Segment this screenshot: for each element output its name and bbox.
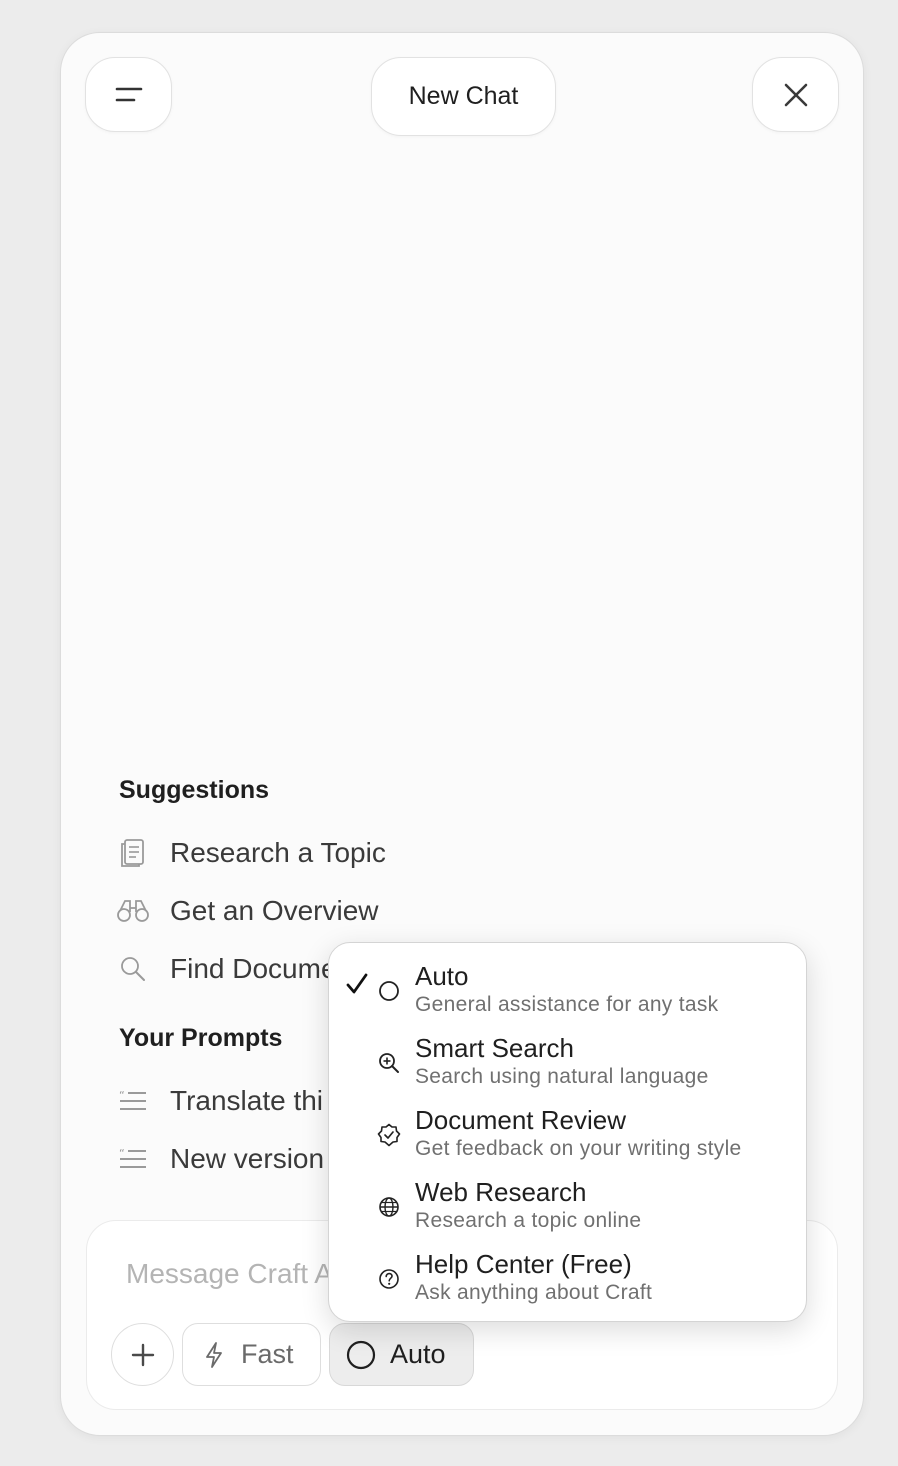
prompt-item-translate[interactable]: “ Translate thi — [116, 1081, 323, 1121]
mode-option-document-review[interactable]: Document Review Get feedback on your wri… — [329, 1101, 808, 1173]
mode-option-help-center[interactable]: Help Center (Free) Ask anything about Cr… — [329, 1245, 808, 1317]
zoom-search-icon — [377, 1051, 401, 1075]
suggestion-label: Research a Topic — [170, 837, 386, 868]
mode-option-title: Document Review — [415, 1105, 626, 1135]
mode-selector-button[interactable]: Auto — [329, 1323, 474, 1386]
plus-icon — [131, 1343, 154, 1366]
search-icon — [116, 952, 150, 986]
lightning-icon — [206, 1341, 222, 1368]
mode-dropdown-menu: Auto General assistance for any task Sma… — [328, 942, 807, 1322]
close-button[interactable] — [752, 57, 839, 132]
prompt-label: Translate thi — [170, 1085, 324, 1116]
globe-icon — [377, 1195, 401, 1219]
prompt-list-icon: “ — [116, 1142, 150, 1176]
menu-lines-icon — [115, 87, 142, 101]
help-circle-icon — [377, 1267, 401, 1291]
mode-option-description: Research a topic online — [415, 1209, 642, 1232]
mode-selector-label: Auto — [390, 1339, 446, 1369]
prompt-item-new-version[interactable]: “ New version — [116, 1139, 324, 1179]
suggestion-label: Find Docume — [170, 953, 337, 984]
mode-option-description: Search using natural language — [415, 1065, 709, 1088]
mode-option-smart-search[interactable]: Smart Search Search using natural langua… — [329, 1029, 808, 1101]
menu-button[interactable] — [85, 57, 172, 132]
close-icon — [784, 83, 807, 106]
fast-mode-button[interactable]: Fast — [182, 1323, 321, 1386]
mode-option-title: Web Research — [415, 1177, 587, 1207]
new-chat-title-button[interactable]: New Chat — [371, 57, 556, 136]
suggestion-get-overview[interactable]: Get an Overview — [116, 891, 379, 931]
circle-icon — [346, 1340, 376, 1369]
mode-option-description: Ask anything about Craft — [415, 1281, 653, 1304]
add-attachment-button[interactable] — [111, 1323, 174, 1386]
prompts-heading: Your Prompts — [119, 1024, 283, 1052]
mode-option-title: Auto — [415, 961, 469, 991]
suggestion-research-topic[interactable]: Research a Topic — [116, 833, 386, 873]
mode-option-description: Get feedback on your writing style — [415, 1137, 742, 1160]
circle-icon — [377, 979, 401, 1003]
mode-option-web-research[interactable]: Web Research Research a topic online — [329, 1173, 808, 1245]
mode-option-auto[interactable]: Auto General assistance for any task — [329, 957, 808, 1029]
binoculars-icon — [116, 894, 150, 928]
prompt-label: New version — [170, 1143, 325, 1174]
badge-check-icon — [377, 1123, 401, 1147]
prompt-list-icon: “ — [116, 1084, 150, 1118]
fast-label: Fast — [241, 1339, 294, 1369]
suggestions-heading: Suggestions — [119, 776, 270, 804]
mode-option-title: Smart Search — [415, 1033, 574, 1063]
message-input[interactable]: Message Craft A — [126, 1258, 333, 1290]
document-icon — [116, 836, 150, 870]
checkmark-icon — [346, 973, 368, 994]
mode-option-description: General assistance for any task — [415, 993, 719, 1016]
suggestion-find-documents[interactable]: Find Docume — [116, 949, 337, 989]
suggestion-label: Get an Overview — [170, 895, 379, 926]
mode-option-title: Help Center (Free) — [415, 1249, 632, 1279]
